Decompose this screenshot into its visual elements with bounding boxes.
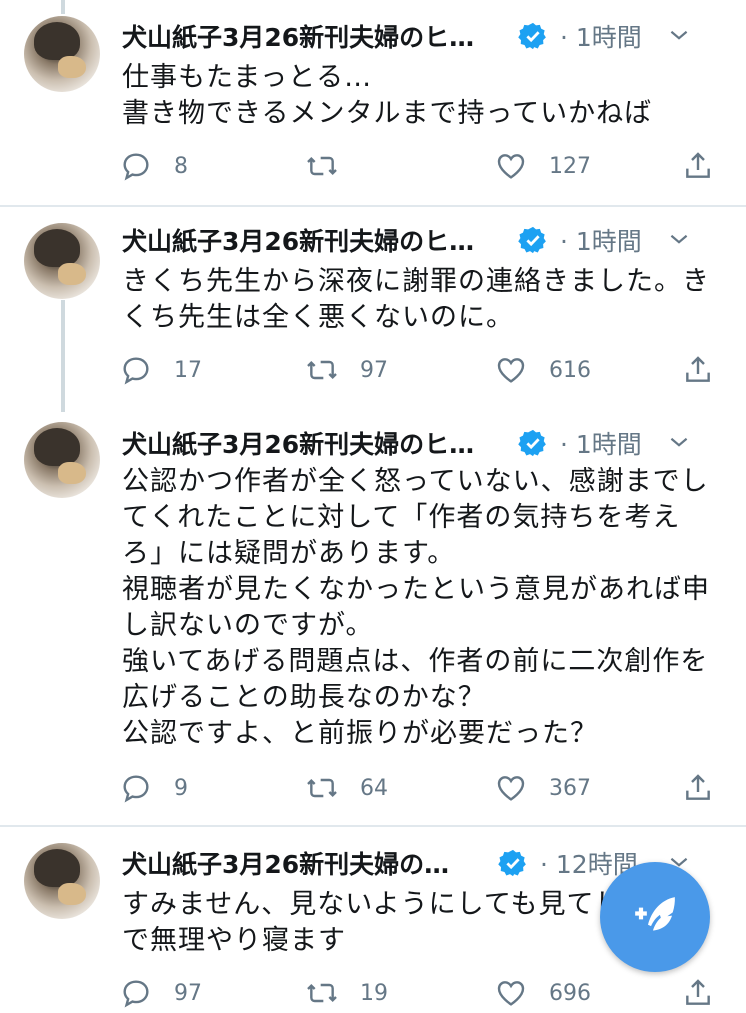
author-name[interactable]: 犬山紙子3月26新刊夫婦のヒ… <box>122 222 474 258</box>
retweet-count: 97 <box>360 357 388 383</box>
like-count: 616 <box>549 357 591 383</box>
reply-button[interactable]: 97 <box>120 973 202 1013</box>
like-count: 367 <box>549 775 591 801</box>
avatar[interactable] <box>24 223 100 299</box>
compose-tweet-icon <box>635 897 675 931</box>
reply-count: 8 <box>174 153 188 179</box>
author-name[interactable]: 犬山紙子3月26新刊夫婦の… <box>122 845 449 881</box>
share-button[interactable] <box>682 350 714 390</box>
tweet-text: 仕事もたまっとる… 書き物できるメンタルまで持っていかねば <box>122 62 653 129</box>
reply-button[interactable]: 9 <box>120 768 188 808</box>
avatar[interactable] <box>24 843 100 919</box>
like-count: 127 <box>549 153 591 179</box>
reply-count: 17 <box>174 357 202 383</box>
retweet-icon <box>307 778 337 798</box>
tweet-text: きくち先生から深夜に謝罪の連絡きました。き くち先生は全く悪くないのに。 <box>122 266 710 333</box>
verified-badge-icon <box>518 429 546 457</box>
reply-icon <box>123 775 149 803</box>
retweet-icon <box>307 156 337 176</box>
like-button[interactable]: 616 <box>495 350 591 390</box>
retweet-button[interactable] <box>306 146 360 186</box>
like-button[interactable]: 127 <box>495 146 591 186</box>
reply-button[interactable]: 8 <box>120 146 188 186</box>
tweet[interactable]: 犬山紙子3月26新刊夫婦のヒ… · 1時間 公認かつ作者が全く怒っていない、感謝… <box>0 412 746 825</box>
author-name[interactable]: 犬山紙子3月26新刊夫婦のヒ… <box>122 18 474 54</box>
timestamp[interactable]: · 1時間 <box>560 222 642 258</box>
share-icon <box>686 152 710 178</box>
heart-icon <box>497 981 525 1006</box>
verified-badge-icon <box>498 849 526 877</box>
reply-icon <box>123 980 149 1008</box>
share-icon <box>686 979 710 1005</box>
tweet[interactable]: 犬山紙子3月26新刊夫婦のヒ… · 1時間 仕事もたまっとる… 書き物できるメン… <box>0 0 746 205</box>
reply-button[interactable]: 17 <box>120 350 202 390</box>
retweet-icon <box>307 360 337 380</box>
timestamp[interactable]: · 1時間 <box>560 18 642 54</box>
heart-icon <box>497 154 525 179</box>
heart-icon <box>497 776 525 801</box>
chevron-down-icon[interactable] <box>666 226 692 252</box>
verified-badge-icon <box>518 226 546 254</box>
tweet-text: 公認かつ作者が全く怒っていない、感謝までし てくれたことに対して「作者の気持ちを… <box>122 466 710 749</box>
retweet-count: 19 <box>360 980 388 1006</box>
share-button[interactable] <box>682 768 714 808</box>
reply-icon <box>123 357 149 385</box>
reply-icon <box>123 153 149 181</box>
share-button[interactable] <box>682 973 714 1013</box>
compose-tweet-button[interactable] <box>600 862 710 972</box>
share-icon <box>686 774 710 800</box>
retweet-icon <box>307 983 337 1003</box>
avatar[interactable] <box>24 422 100 498</box>
share-button[interactable] <box>682 146 714 186</box>
avatar[interactable] <box>24 16 100 92</box>
chevron-down-icon[interactable] <box>666 22 692 48</box>
like-button[interactable]: 696 <box>495 973 591 1013</box>
like-button[interactable]: 367 <box>495 768 591 808</box>
author-name[interactable]: 犬山紙子3月26新刊夫婦のヒ… <box>122 425 474 461</box>
timestamp[interactable]: · 1時間 <box>560 425 642 461</box>
retweet-button[interactable]: 64 <box>306 768 388 808</box>
retweet-count: 64 <box>360 775 388 801</box>
reply-count: 9 <box>174 775 188 801</box>
share-icon <box>686 356 710 382</box>
retweet-button[interactable]: 19 <box>306 973 388 1013</box>
retweet-button[interactable]: 97 <box>306 350 388 390</box>
chevron-down-icon[interactable] <box>666 429 692 455</box>
reply-count: 97 <box>174 980 202 1006</box>
like-count: 696 <box>549 980 591 1006</box>
heart-icon <box>497 358 525 383</box>
verified-badge-icon <box>518 22 546 50</box>
tweet[interactable]: 犬山紙子3月26新刊夫婦のヒ… · 1時間 きくち先生から深夜に謝罪の連絡きまし… <box>0 207 746 412</box>
